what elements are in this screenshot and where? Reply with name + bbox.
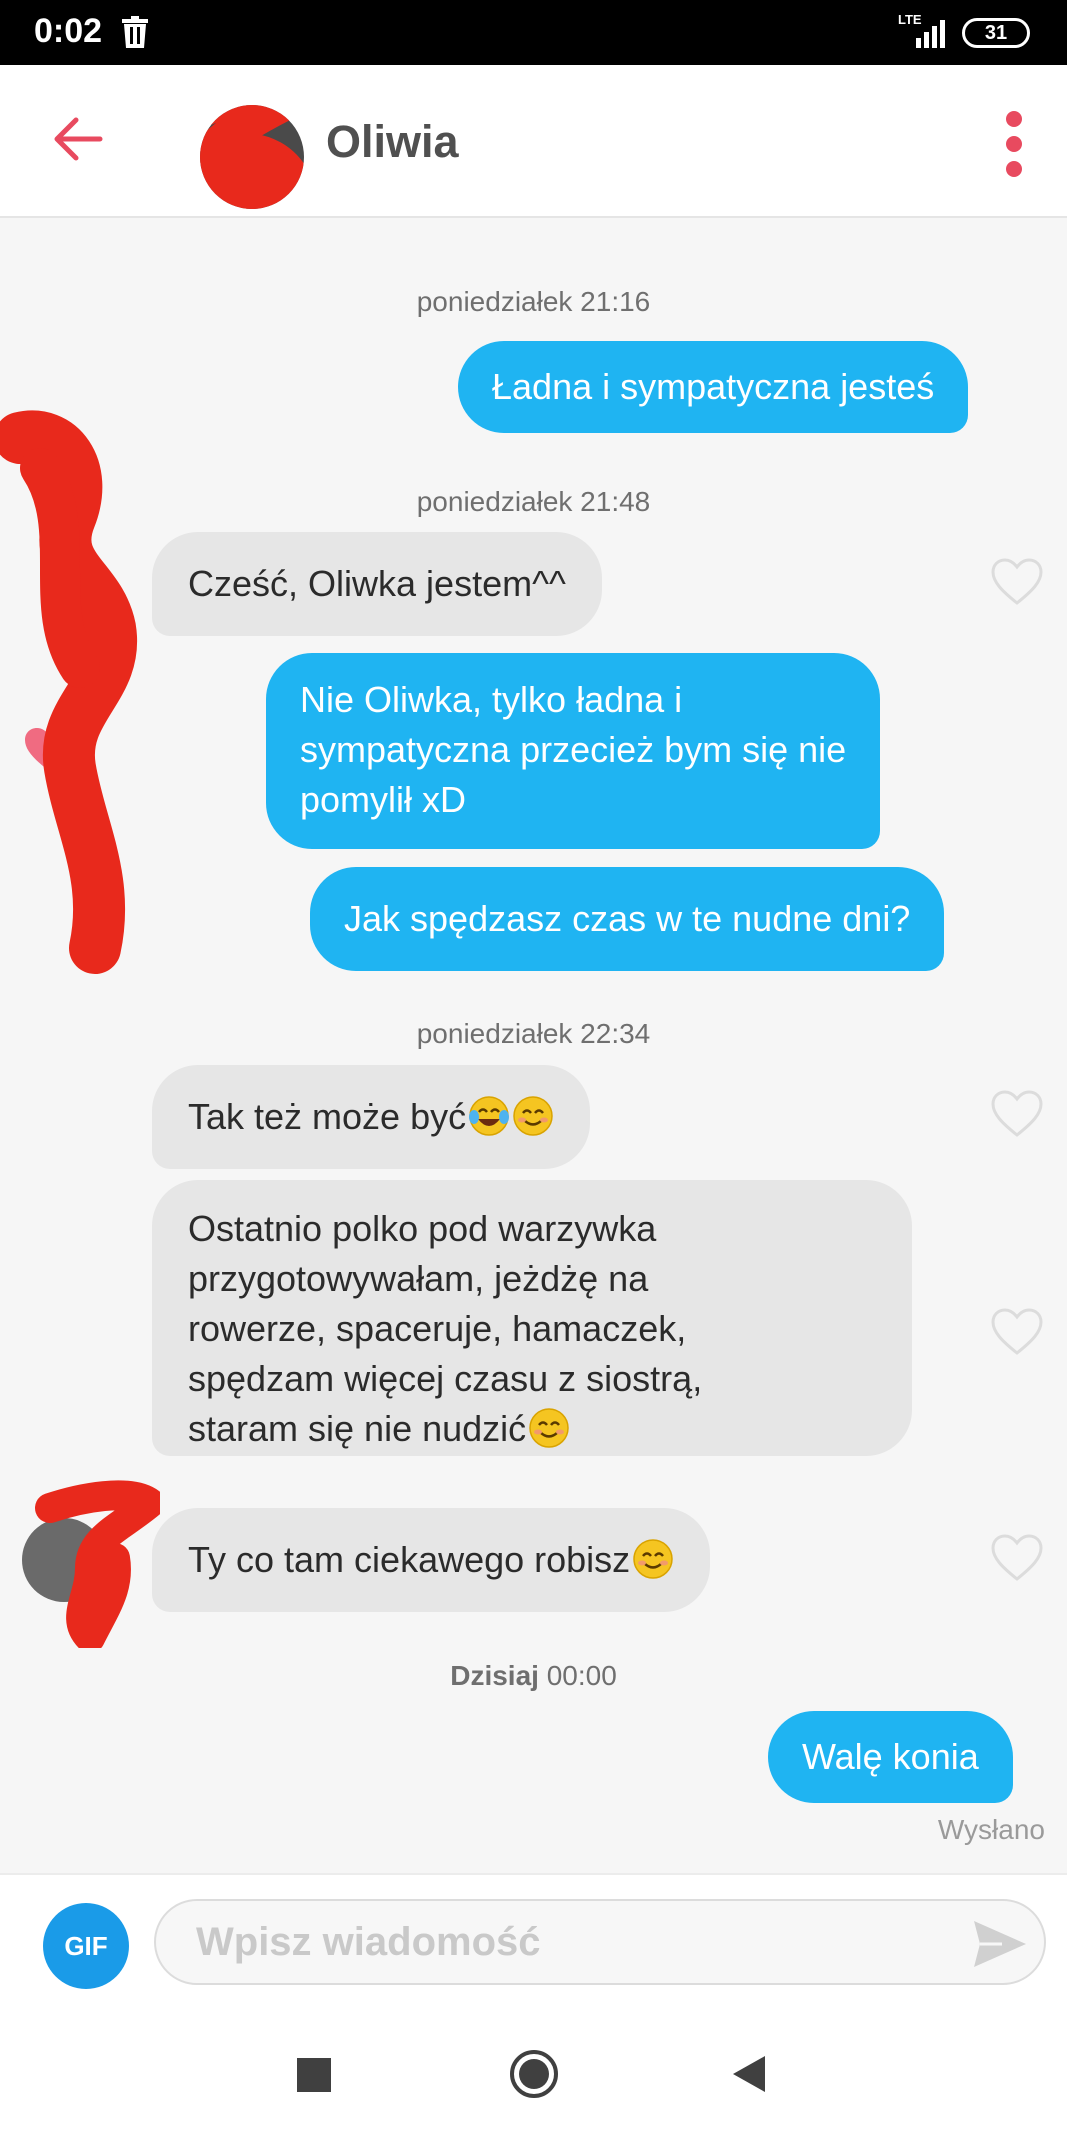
system-back-button[interactable] — [731, 2054, 767, 2094]
message-text: Nie Oliwka, tylko ładna i — [300, 679, 683, 720]
battery-indicator: 31 — [962, 18, 1030, 48]
status-bar: 0:02 LTE 31 — [0, 0, 1067, 65]
contact-avatar[interactable] — [200, 105, 304, 209]
back-arrow-icon[interactable] — [50, 111, 106, 167]
outgoing-message[interactable]: Walę konia — [768, 1711, 1013, 1803]
like-heart-icon[interactable] — [990, 1534, 1044, 1582]
system-navigation-bar — [0, 2004, 1067, 2135]
message-text: Ładna i sympatyczna jesteś — [492, 366, 935, 407]
send-icon[interactable] — [972, 1919, 1028, 1969]
message-input[interactable] — [154, 1899, 1046, 1985]
message-text: staram się nie nudzić — [188, 1404, 876, 1454]
more-options-icon[interactable] — [1000, 109, 1028, 179]
incoming-message[interactable]: Cześć, Oliwka jestem^^ — [152, 532, 602, 636]
trash-icon — [122, 16, 148, 48]
message-text: sympatyczna przecież bym się nie — [300, 729, 847, 770]
message-text: Tak też może być — [188, 1092, 554, 1142]
delivery-status: Wysłano — [937, 1814, 1045, 1845]
message-text: przygotowywałam, jeżdżę na — [188, 1258, 649, 1299]
message-text: rowerze, spaceruje, hamaczek, — [188, 1308, 687, 1349]
like-heart-icon[interactable] — [990, 1308, 1044, 1356]
message-text: Ostatnio polko pod warzywka — [188, 1208, 657, 1249]
recent-apps-button[interactable] — [297, 2058, 331, 2092]
message-composer: GIF — [0, 1873, 1067, 2004]
signal-icon — [916, 20, 945, 48]
gif-button[interactable]: GIF — [43, 1903, 129, 1989]
message-text: pomylił xD — [300, 779, 467, 820]
timestamp: Dzisiaj 00:00 — [450, 1660, 617, 1691]
status-time: 0:02 — [34, 12, 103, 50]
like-heart-icon[interactable] — [990, 558, 1044, 606]
chat-header: Oliwia — [0, 65, 1067, 218]
home-button[interactable] — [508, 2048, 560, 2100]
redaction-scribble — [200, 105, 304, 209]
message-text: Ty co tam ciekawego robisz — [188, 1535, 674, 1585]
face-with-tears-of-joy-icon — [469, 1096, 510, 1136]
outgoing-message[interactable]: Ładna i sympatyczna jesteś — [458, 341, 969, 433]
message-thread[interactable]: poniedziałek 21:16 Ładna i sympatyczna j… — [0, 218, 1067, 1873]
outgoing-message[interactable]: Nie Oliwka, tylko ładna i sympatyczna pr… — [266, 653, 881, 849]
incoming-message[interactable]: Tak też może być — [152, 1065, 591, 1169]
like-heart-icon[interactable] — [990, 1090, 1044, 1138]
incoming-message[interactable]: Ty co tam ciekawego robisz — [152, 1508, 711, 1612]
message-text: spędzam więcej czasu z siostrą, — [188, 1358, 703, 1399]
smiling-face-icon — [529, 1408, 569, 1448]
timestamp: poniedziałek 21:16 — [416, 286, 651, 317]
timestamp: poniedziałek 22:34 — [416, 1018, 651, 1049]
smiling-face-icon — [513, 1096, 553, 1136]
timestamp: poniedziałek 21:48 — [416, 486, 651, 517]
redaction-scribble — [35, 1480, 160, 1648]
redaction-scribble — [0, 410, 138, 974]
contact-name[interactable]: Oliwia — [326, 116, 459, 168]
incoming-message[interactable]: Ostatnio polko pod warzywka przygotowywa… — [152, 1180, 912, 1456]
message-text: Cześć, Oliwka jestem^^ — [188, 563, 566, 604]
smiling-face-icon — [633, 1539, 673, 1579]
outgoing-message[interactable]: Jak spędzasz czas w te nudne dni? — [310, 867, 945, 971]
message-text: Jak spędzasz czas w te nudne dni? — [344, 898, 911, 939]
message-text: Walę konia — [802, 1736, 979, 1777]
